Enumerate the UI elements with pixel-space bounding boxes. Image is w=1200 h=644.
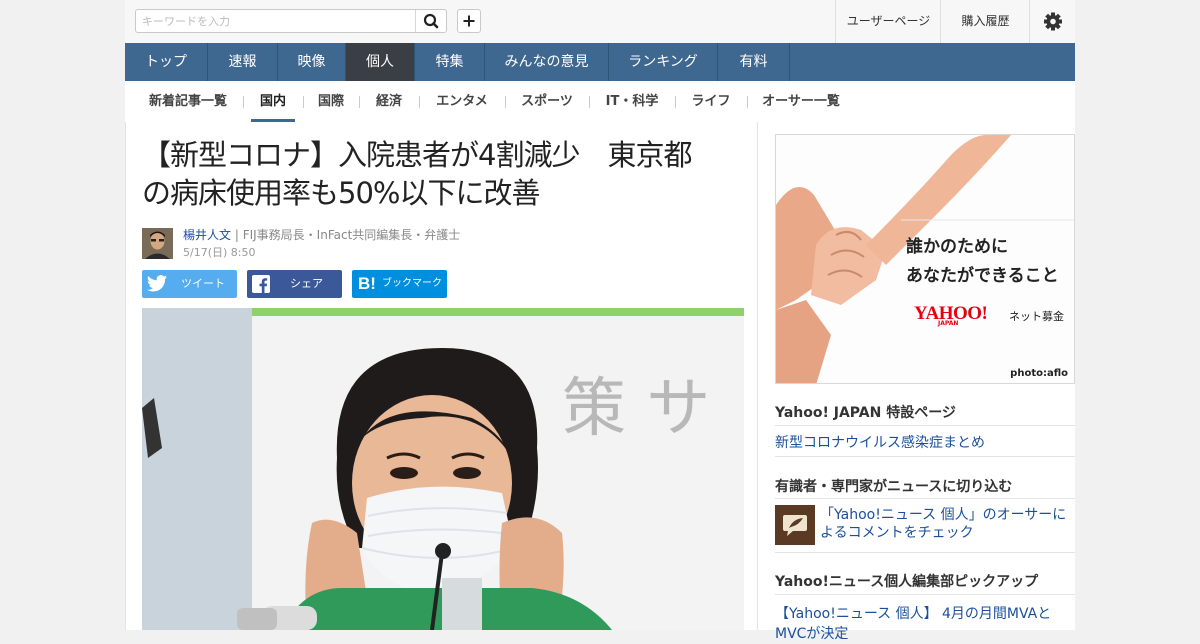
user-page-link[interactable]: ユーザーページ — [835, 0, 941, 43]
hatena-bookmark-label: ブックマーク — [382, 278, 442, 289]
subnav-entertainment[interactable]: エンタメ — [427, 81, 497, 122]
tweet-label: ツイート — [181, 277, 225, 290]
search-button[interactable] — [415, 10, 446, 32]
yahoo-logo-sub: JAPAN — [938, 320, 959, 327]
subnav-authors[interactable]: オーサー一覧 — [755, 81, 847, 122]
category-nav: 新着記事一覧 国内 国際 経済 エンタメ スポーツ IT・科学 ライフ オーサー… — [125, 81, 1075, 122]
author-photo — [142, 228, 173, 259]
global-nav: トップ 速報 映像 個人 特集 みんなの意見 ランキング 有料 — [125, 43, 1075, 81]
divider — [747, 96, 748, 108]
divider — [775, 498, 1075, 499]
facebook-share-label: シェア — [290, 277, 323, 290]
subnav-it-science[interactable]: IT・科学 — [597, 81, 667, 122]
subnav-latest[interactable]: 新着記事一覧 — [141, 81, 235, 122]
subnav-world[interactable]: 国際 — [311, 81, 351, 122]
top-bar: ユーザーページ 購入履歴 — [0, 0, 1200, 44]
article-photo-image: 策 サ — [142, 308, 744, 630]
publish-date: 5/17(日) 8:50 — [183, 246, 256, 259]
comment-feather-icon — [775, 505, 815, 545]
expert-comment-icon[interactable] — [775, 505, 815, 545]
author-byline: 楊井人文 | FIJ事務局長・InFact共同編集長・弁護士 — [183, 228, 460, 243]
author-title: | FIJ事務局長・InFact共同編集長・弁護士 — [231, 228, 461, 242]
author-avatar[interactable] — [142, 228, 173, 259]
divider — [359, 96, 360, 108]
nav-ranking[interactable]: ランキング — [609, 43, 718, 81]
gear-icon — [1044, 12, 1062, 31]
search-input[interactable] — [136, 10, 428, 32]
divider — [419, 96, 420, 108]
ad-headline-2: あなたができること — [906, 266, 1059, 286]
article-photo: 策 サ — [142, 308, 744, 630]
plus-icon — [463, 15, 475, 27]
divider — [589, 96, 590, 108]
special-pages-title: Yahoo! JAPAN 特設ページ — [775, 405, 956, 421]
nav-breaking[interactable]: 速報 — [208, 43, 278, 81]
expert-section-title: 有識者・専門家がニュースに切り込む — [775, 479, 1013, 495]
nav-paid[interactable]: 有料 — [718, 43, 790, 81]
subnav-economy[interactable]: 経済 — [367, 81, 411, 122]
nav-video[interactable]: 映像 — [278, 43, 346, 81]
article: 【新型コロナ】入院患者が4割減少 東京都 の病床使用率も50%以下に改善 楊井人… — [125, 122, 758, 630]
twitter-icon — [146, 275, 168, 292]
ad-photo-credit: photo:aflo — [1010, 368, 1068, 379]
nav-individual[interactable]: 個人 — [346, 43, 415, 81]
divider — [505, 96, 506, 108]
tweet-button[interactable]: ツイート — [142, 270, 237, 298]
purchase-history-link[interactable]: 購入履歴 — [940, 0, 1030, 43]
photo-sign-text: 策 サ — [562, 372, 710, 446]
facebook-icon — [252, 275, 270, 293]
expert-comment-link[interactable]: 「Yahoo!ニュース 個人」のオーサーによるコメントをチェック — [820, 506, 1075, 542]
article-title: 【新型コロナ】入院患者が4割減少 東京都 の病床使用率も50%以下に改善 — [142, 136, 742, 212]
special-page-link[interactable]: 新型コロナウイルス感染症まとめ — [775, 432, 985, 452]
search-icon — [423, 13, 439, 29]
divider — [775, 456, 1075, 457]
hatena-icon: B! — [358, 274, 376, 293]
article-title-line2: の病床使用率も50%以下に改善 — [142, 176, 540, 210]
ad-hands-image — [776, 135, 1074, 383]
divider — [243, 96, 244, 108]
subnav-domestic[interactable]: 国内 — [251, 81, 295, 122]
add-button[interactable] — [457, 9, 481, 33]
hatena-bookmark-button[interactable]: B! ブックマーク — [352, 270, 447, 298]
search-box — [135, 9, 447, 33]
ad-service-name: ネット募金 — [1009, 310, 1064, 323]
pickup-link[interactable]: 【Yahoo!ニュース 個人】 4月の月間MVAとMVCが決定 — [775, 604, 1075, 644]
nav-feature[interactable]: 特集 — [415, 43, 485, 81]
divider — [775, 552, 1075, 553]
divider — [675, 96, 676, 108]
settings-button[interactable] — [1029, 0, 1076, 43]
nav-opinion[interactable]: みんなの意見 — [485, 43, 609, 81]
ad-headline-1: 誰かのために — [906, 237, 1008, 257]
facebook-share-button[interactable]: シェア — [247, 270, 342, 298]
author-name-link[interactable]: 楊井人文 — [183, 228, 231, 242]
article-title-line1: 【新型コロナ】入院患者が4割減少 東京都 — [142, 138, 692, 172]
divider — [775, 425, 1075, 426]
ad-banner[interactable]: 誰かのために あなたができること YAHOO! JAPAN ネット募金 phot… — [775, 134, 1075, 384]
divider — [303, 96, 304, 108]
subnav-sports[interactable]: スポーツ — [513, 81, 581, 122]
nav-top[interactable]: トップ — [125, 43, 208, 81]
sidebar: 誰かのために あなたができること YAHOO! JAPAN ネット募金 phot… — [758, 122, 1075, 642]
divider — [775, 594, 1075, 595]
header: ユーザーページ 購入履歴 — [125, 0, 1075, 44]
subnav-life[interactable]: ライフ — [683, 81, 739, 122]
pickup-section-title: Yahoo!ニュース個人編集部ピックアップ — [775, 574, 1039, 590]
